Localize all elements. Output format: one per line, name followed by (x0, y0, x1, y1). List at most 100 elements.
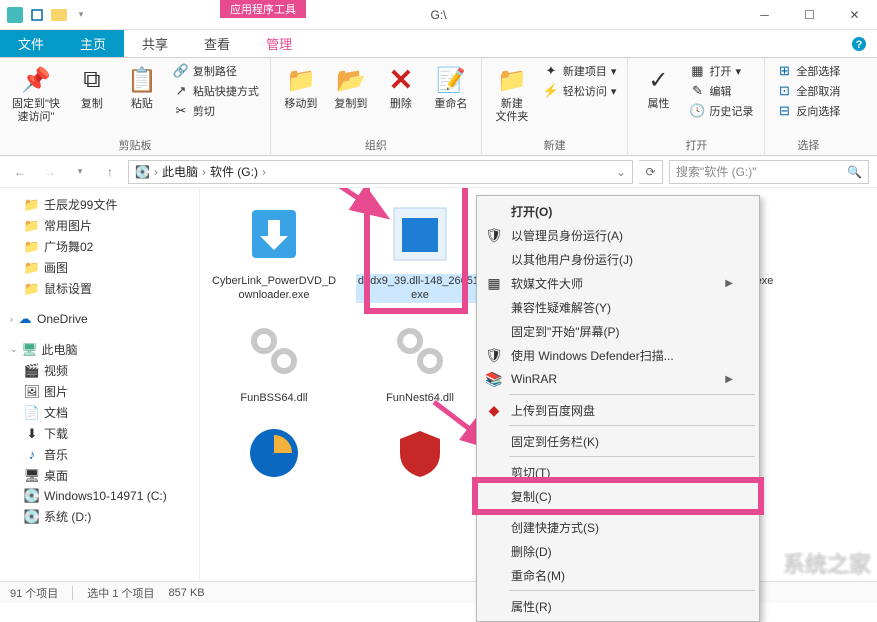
nav-recent-button[interactable]: ▾ (68, 160, 92, 184)
copy-button[interactable]: ⧉复制 (70, 62, 114, 113)
paste-button[interactable]: 📋粘贴 (120, 62, 164, 113)
file-icon (380, 315, 460, 387)
refresh-button[interactable]: ⟳ (639, 160, 663, 184)
defender-icon: 🛡 (485, 346, 503, 364)
invert-icon: ⊟ (776, 103, 792, 119)
minimize-button[interactable]: ─ (742, 0, 787, 30)
close-button[interactable]: ✕ (832, 0, 877, 30)
qat-newfolder-icon[interactable] (50, 6, 68, 24)
file-item[interactable]: CyberLink_PowerDVD_Downloader.exe (210, 198, 338, 303)
maximize-button[interactable]: ☐ (787, 0, 832, 30)
contextual-tab-label: 应用程序工具 (220, 0, 306, 18)
new-item-button[interactable]: ✦新建项目 ▾ (540, 62, 620, 80)
ribbon-group-clipboard: 📌固定到"快 速访问" ⧉复制 📋粘贴 🔗复制路径 ↗粘贴快捷方式 ✂剪切 剪贴… (0, 58, 271, 155)
cm-create-shortcut[interactable]: 创建快捷方式(S) (479, 515, 757, 539)
tree-folder[interactable]: 📁壬辰龙99文件 (0, 194, 199, 215)
group-label-organize: 组织 (279, 135, 473, 153)
tab-home[interactable]: 主页 (62, 30, 124, 57)
tree-desktop[interactable]: 🖥桌面 (0, 465, 199, 486)
nav-forward-button[interactable]: → (38, 160, 62, 184)
tab-view[interactable]: 查看 (186, 30, 248, 57)
select-none-button[interactable]: ⊡全部取消 (773, 82, 843, 100)
crumb-drive[interactable]: 软件 (G:) (210, 163, 258, 180)
nav-pane[interactable]: 📁壬辰龙99文件 📁常用图片 📁广场舞02 📁画图 📁鼠标设置 ›☁OneDri… (0, 188, 200, 581)
address-bar[interactable]: 💽 › 此电脑 › 软件 (G:) › ⌄ (128, 160, 633, 184)
tree-folder[interactable]: 📁常用图片 (0, 215, 199, 236)
file-icon (234, 417, 314, 489)
cm-run-admin[interactable]: 🛡以管理员身份运行(A) (479, 223, 757, 247)
history-button[interactable]: 🕓历史记录 (686, 102, 756, 120)
move-to-button[interactable]: 📁移动到 (279, 62, 323, 113)
tree-documents[interactable]: 📄文档 (0, 402, 199, 423)
cm-compat[interactable]: 兼容性疑难解答(Y) (479, 295, 757, 319)
tree-folder[interactable]: 📁画图 (0, 257, 199, 278)
select-all-button[interactable]: ⊞全部选择 (773, 62, 843, 80)
edit-button[interactable]: ✎编辑 (686, 82, 756, 100)
cm-open[interactable]: 打开(O) (479, 199, 757, 223)
rename-button[interactable]: 📝重命名 (429, 62, 473, 113)
cm-defender[interactable]: 🛡使用 Windows Defender扫描... (479, 343, 757, 367)
copy-path-button[interactable]: 🔗复制路径 (170, 62, 262, 80)
tree-folder[interactable]: 📁鼠标设置 (0, 278, 199, 299)
video-icon: 🎬 (24, 363, 40, 379)
cm-winrar[interactable]: 📚WinRAR▶ (479, 367, 757, 391)
chevron-right-icon[interactable]: › (154, 165, 158, 179)
tree-music[interactable]: ♪音乐 (0, 444, 199, 465)
tree-pictures[interactable]: 🖼图片 (0, 381, 199, 402)
watermark: 系统之家 (783, 547, 871, 579)
paste-shortcut-button[interactable]: ↗粘贴快捷方式 (170, 82, 262, 100)
cm-pin-start[interactable]: 固定到"开始"屏幕(P) (479, 319, 757, 343)
cm-run-other[interactable]: 以其他用户身份运行(J) (479, 247, 757, 271)
cm-separator (509, 511, 755, 512)
tree-drive-c[interactable]: 💽Windows10-14971 (C:) (0, 486, 199, 506)
group-label-open: 打开 (636, 135, 756, 153)
file-item[interactable] (210, 417, 338, 489)
cm-cut[interactable]: 剪切(T) (479, 460, 757, 484)
copy-to-button[interactable]: 📂复制到 (329, 62, 373, 113)
file-item-selected[interactable]: d3dx9_39.dll-148_26651.exe (356, 198, 484, 303)
pin-quick-access-button[interactable]: 📌固定到"快 速访问" (8, 62, 64, 126)
tree-folder[interactable]: 📁广场舞02 (0, 236, 199, 257)
group-label-select: 选择 (773, 135, 843, 153)
nav-up-button[interactable]: ↑ (98, 160, 122, 184)
new-folder-button[interactable]: 📁新建 文件夹 (490, 62, 534, 126)
tab-file[interactable]: 文件 (0, 30, 62, 57)
cm-pin-taskbar[interactable]: 固定到任务栏(K) (479, 429, 757, 453)
chevron-right-icon[interactable]: › (202, 165, 206, 179)
tree-downloads[interactable]: ⬇下载 (0, 423, 199, 444)
file-item[interactable]: FunNest64.dll (356, 315, 484, 405)
qat-properties-icon[interactable] (28, 6, 46, 24)
delete-button[interactable]: ✕删除 (379, 62, 423, 113)
cm-separator (509, 456, 755, 457)
invert-select-button[interactable]: ⊟反向选择 (773, 102, 843, 120)
crumb-this-pc[interactable]: 此电脑 (162, 163, 198, 180)
search-input[interactable]: 搜索"软件 (G:)" 🔍 (669, 160, 869, 184)
cm-baidu[interactable]: ◆上传到百度网盘 (479, 398, 757, 422)
tab-manage[interactable]: 管理 (248, 30, 310, 57)
address-dropdown-icon[interactable]: ⌄ (616, 165, 626, 179)
tree-videos[interactable]: 🎬视频 (0, 360, 199, 381)
tab-share[interactable]: 共享 (124, 30, 186, 57)
context-menu: 打开(O) 🛡以管理员身份运行(A) 以其他用户身份运行(J) ▦软媒文件大师▶… (476, 195, 760, 622)
cm-copy[interactable]: 复制(C) (479, 484, 757, 508)
cut-button[interactable]: ✂剪切 (170, 102, 262, 120)
properties-button[interactable]: ✓属性 (636, 62, 680, 113)
chevron-right-icon: ▶ (725, 278, 733, 289)
cm-ruanmei[interactable]: ▦软媒文件大师▶ (479, 271, 757, 295)
file-item[interactable]: FunBSS64.dll (210, 315, 338, 405)
cm-properties[interactable]: 属性(R) (479, 594, 757, 618)
cm-delete[interactable]: 删除(D) (479, 539, 757, 563)
qat-dropdown-icon[interactable]: ▾ (72, 6, 90, 24)
group-label-new: 新建 (490, 135, 620, 153)
file-item[interactable] (356, 417, 484, 489)
file-name: FunBSS64.dll (240, 391, 307, 405)
cm-rename[interactable]: 重命名(M) (479, 563, 757, 587)
tree-onedrive[interactable]: ›☁OneDrive (0, 309, 199, 329)
nav-back-button[interactable]: ← (8, 160, 32, 184)
tree-drive-d[interactable]: 💽系统 (D:) (0, 506, 199, 527)
help-icon[interactable]: ? (851, 30, 867, 57)
tree-this-pc[interactable]: ⌄🖥此电脑 (0, 339, 199, 360)
chevron-right-icon[interactable]: › (262, 165, 266, 179)
open-button[interactable]: ▦打开 ▾ (686, 62, 756, 80)
easy-access-button[interactable]: ⚡轻松访问 ▾ (540, 82, 620, 100)
